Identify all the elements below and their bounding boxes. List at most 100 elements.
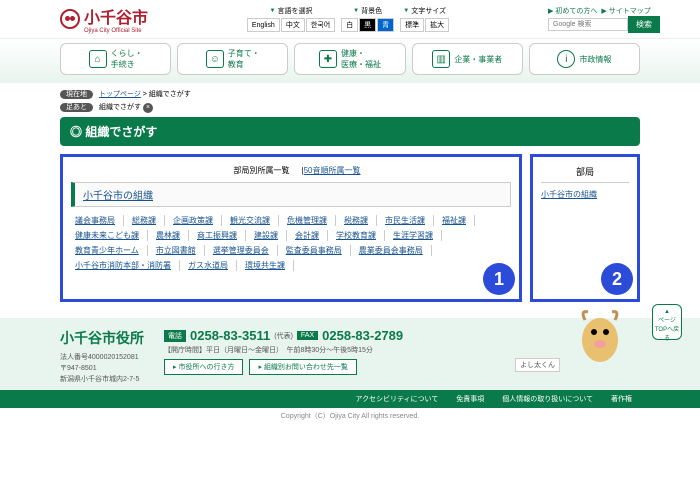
org-links: 議会事務局総務課企画政策課観光交流課危機管理課税務課市民生活課福祉課健康未来こど… bbox=[71, 215, 511, 291]
size-label: 文字サイズ bbox=[411, 6, 446, 16]
footer: 小千谷市役所 法人番号4000020152081 〒947-8501 新潟県小千… bbox=[0, 318, 700, 390]
org-link[interactable]: 生涯学習課 bbox=[393, 230, 442, 241]
annotation-2: 2 bbox=[601, 263, 633, 295]
tel-badge: 電話 bbox=[164, 330, 186, 342]
site-subtitle: Ojiya City Official Site bbox=[84, 28, 148, 34]
search-input[interactable] bbox=[548, 18, 628, 31]
org-link[interactable]: 環境共生課 bbox=[245, 260, 294, 271]
house-icon: ⌂ bbox=[89, 50, 107, 68]
building-icon: ▥ bbox=[432, 50, 450, 68]
nav-gov[interactable]: i市政情報 bbox=[529, 43, 640, 75]
lang-label: 言語を選択 bbox=[277, 6, 312, 16]
section-heading[interactable]: 小千谷市の組織 bbox=[71, 182, 511, 207]
copyright-link[interactable]: 著作権 bbox=[611, 396, 632, 403]
contact-list-btn[interactable]: ▸ 組織別お問い合わせ先一覧 bbox=[249, 359, 356, 375]
to-top-button[interactable]: ▲ページTOPへ戻る bbox=[652, 304, 682, 340]
org-link[interactable]: 市立図書館 bbox=[156, 245, 205, 256]
org-link[interactable]: 建設課 bbox=[254, 230, 287, 241]
main-panel: 部局別所属一覧|50音順所属一覧 小千谷市の組織 議会事務局総務課企画政策課観光… bbox=[60, 154, 522, 302]
org-link[interactable]: ガス水道局 bbox=[188, 260, 237, 271]
org-link[interactable]: 会計課 bbox=[295, 230, 328, 241]
corp-number: 法人番号4000020152081 bbox=[60, 352, 144, 363]
tab-dept[interactable]: 部局別所属一覧 bbox=[222, 164, 302, 177]
bg-blue[interactable]: 青 bbox=[377, 18, 394, 32]
privacy-link[interactable]: 個人情報の取り扱いについて bbox=[502, 396, 593, 403]
org-link[interactable]: 農業委員会事務局 bbox=[359, 245, 432, 256]
header: 小千谷市 Ojiya City Official Site ▼言語を選択 Eng… bbox=[0, 0, 700, 39]
triangle-icon: ▼ bbox=[353, 8, 359, 14]
directions-btn[interactable]: ▸ 市役所への行き方 bbox=[164, 359, 243, 375]
lang-ko[interactable]: 한국어 bbox=[306, 18, 335, 32]
breadcrumb: 現在地 トップページ > 組織でさがす bbox=[60, 89, 640, 99]
side-org-link[interactable]: 小千谷市の組織 bbox=[541, 190, 597, 199]
mascot-name: よし太くん bbox=[515, 358, 560, 372]
org-link[interactable]: 議会事務局 bbox=[75, 215, 124, 226]
bg-black[interactable]: 黒 bbox=[359, 18, 376, 32]
size-std[interactable]: 標準 bbox=[400, 18, 424, 32]
org-link[interactable]: 教育青少年ホーム bbox=[75, 245, 148, 256]
nav-business[interactable]: ▥企業・事業者 bbox=[412, 43, 523, 75]
bc-top-link[interactable]: トップページ bbox=[99, 91, 141, 98]
bc-current: 組織でさがす bbox=[149, 91, 191, 98]
address: 新潟県小千谷市城内2-7-5 bbox=[60, 374, 144, 385]
fax-badge: FAX bbox=[297, 331, 318, 340]
site-name: 小千谷市 bbox=[84, 10, 148, 27]
office-name: 小千谷市役所 bbox=[60, 328, 144, 348]
org-link[interactable]: 総務課 bbox=[132, 215, 165, 226]
display-settings: ▼言語を選択 English 中文 한국어 ▼背景色 白 黒 青 ▼文字サイズ … bbox=[160, 6, 536, 32]
org-link[interactable]: 観光交流課 bbox=[230, 215, 279, 226]
nav-life[interactable]: ⌂くらし・手続き bbox=[60, 43, 171, 75]
org-link[interactable]: 選挙管理委員会 bbox=[213, 245, 278, 256]
side-heading: 部局 bbox=[541, 165, 629, 183]
hospital-icon: ✚ bbox=[319, 50, 337, 68]
zip: 〒947-8501 bbox=[60, 363, 144, 374]
nav-health[interactable]: ✚健康・医療・福祉 bbox=[294, 43, 405, 75]
org-link[interactable]: 税務課 bbox=[344, 215, 377, 226]
footer-links: アクセシビリティについて 免責事項 個人情報の取り扱いについて 著作権 bbox=[0, 390, 700, 408]
lang-zh[interactable]: 中文 bbox=[281, 18, 305, 32]
here-badge: 現在地 bbox=[60, 90, 93, 99]
org-link[interactable]: 小千谷市消防本部・消防署 bbox=[75, 260, 180, 271]
disclaimer-link[interactable]: 免責事項 bbox=[456, 396, 484, 403]
main-nav: ⌂くらし・手続き ☺子育て・教育 ✚健康・医療・福祉 ▥企業・事業者 i市政情報 bbox=[0, 39, 700, 83]
org-link[interactable]: 企画政策課 bbox=[173, 215, 222, 226]
top-links: ▶初めての方へ ▶サイトマップ bbox=[548, 6, 660, 16]
org-link[interactable]: 監査委員事務局 bbox=[286, 245, 351, 256]
size-large[interactable]: 拡大 bbox=[425, 18, 449, 32]
search-button[interactable]: 検索 bbox=[628, 16, 660, 33]
sitemap-link[interactable]: サイトマップ bbox=[609, 8, 651, 15]
org-link[interactable]: 商工振興課 bbox=[197, 230, 246, 241]
fax-number: 0258-83-2789 bbox=[322, 328, 403, 343]
first-time-link[interactable]: 初めての方へ bbox=[555, 8, 597, 15]
mascot-icon bbox=[570, 300, 630, 370]
side-panel: 部局 小千谷市の組織 2 bbox=[530, 154, 640, 302]
org-link[interactable]: 福祉課 bbox=[442, 215, 475, 226]
close-icon[interactable]: × bbox=[143, 103, 153, 113]
tel-number: 0258-83-3511 bbox=[190, 328, 270, 343]
triangle-icon: ▼ bbox=[403, 8, 409, 14]
site-logo[interactable]: 小千谷市 Ojiya City Official Site bbox=[60, 4, 148, 34]
office-hours: 【開庁時間】平日（月曜日～金曜日） 午前8時30分～午後5時15分 bbox=[164, 345, 403, 355]
copyright: Copyright（C）Ojiya City All rights reserv… bbox=[0, 408, 700, 424]
bg-white[interactable]: 白 bbox=[341, 18, 358, 32]
tabs: 部局別所属一覧|50音順所属一覧 bbox=[71, 165, 511, 176]
lang-en[interactable]: English bbox=[247, 18, 280, 32]
org-link[interactable]: 市民生活課 bbox=[385, 215, 434, 226]
org-link[interactable]: 危機管理課 bbox=[287, 215, 336, 226]
main-content: 現在地 トップページ > 組織でさがす 足あと 組織でさがす × 組織でさがす … bbox=[0, 83, 700, 308]
org-link[interactable]: 健康未来こども課 bbox=[75, 230, 148, 241]
page-title: 組織でさがす bbox=[60, 117, 640, 146]
trace-badge: 足あと bbox=[60, 103, 93, 112]
accessibility-link[interactable]: アクセシビリティについて bbox=[355, 396, 438, 403]
people-icon: ☺ bbox=[206, 50, 224, 68]
nav-child[interactable]: ☺子育て・教育 bbox=[177, 43, 288, 75]
logo-mark-icon bbox=[60, 9, 80, 29]
trace: 足あと 組織でさがす × bbox=[60, 102, 640, 113]
tab-50[interactable]: 50音順所属一覧 bbox=[304, 166, 361, 175]
annotation-1: 1 bbox=[483, 263, 515, 295]
bg-label: 背景色 bbox=[361, 6, 382, 16]
triangle-icon: ▼ bbox=[270, 8, 276, 14]
info-icon: i bbox=[557, 50, 575, 68]
org-link[interactable]: 農林課 bbox=[156, 230, 189, 241]
org-link[interactable]: 学校教育課 bbox=[336, 230, 385, 241]
